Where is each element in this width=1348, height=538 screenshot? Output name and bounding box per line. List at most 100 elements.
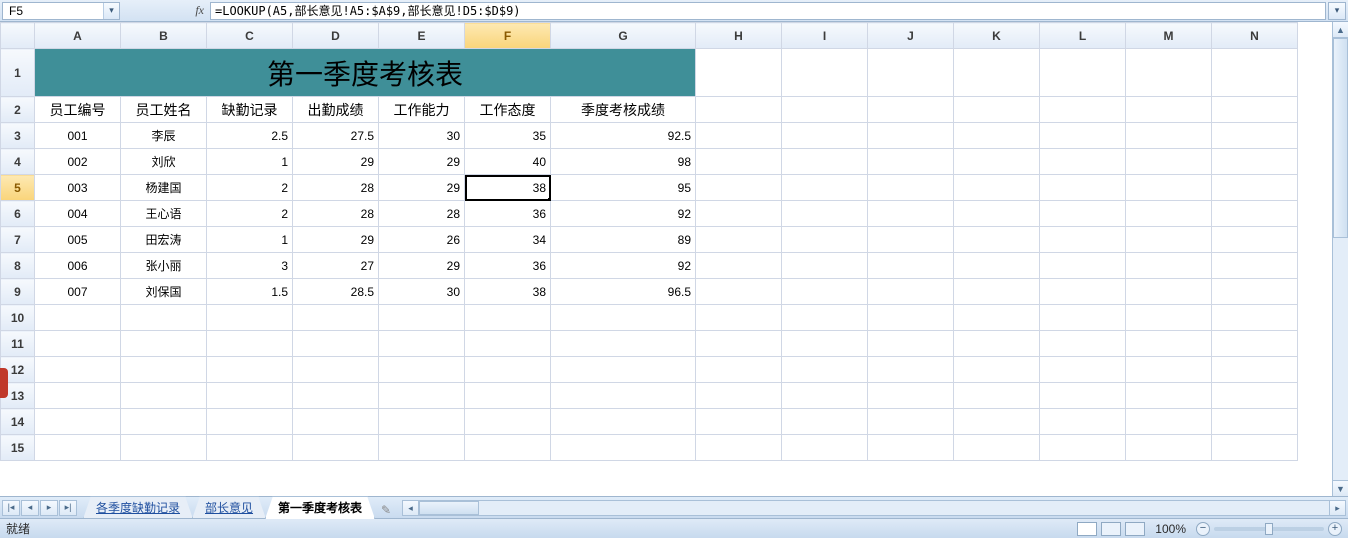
row-header[interactable]: 4 bbox=[1, 149, 35, 175]
cell[interactable] bbox=[379, 383, 465, 409]
formula-bar-expand-icon[interactable]: ▾ bbox=[1328, 2, 1346, 20]
cell[interactable] bbox=[782, 331, 868, 357]
cell[interactable] bbox=[782, 149, 868, 175]
cell[interactable] bbox=[868, 201, 954, 227]
cell[interactable] bbox=[465, 305, 551, 331]
cell[interactable]: 30 bbox=[379, 123, 465, 149]
cell[interactable]: 1.5 bbox=[207, 279, 293, 305]
cell[interactable]: 2.5 bbox=[207, 123, 293, 149]
cell[interactable] bbox=[782, 175, 868, 201]
cell[interactable] bbox=[35, 305, 121, 331]
cell[interactable] bbox=[207, 331, 293, 357]
cell[interactable] bbox=[782, 409, 868, 435]
cell[interactable] bbox=[696, 97, 782, 123]
cell[interactable] bbox=[1212, 201, 1298, 227]
cell[interactable] bbox=[1126, 123, 1212, 149]
cell[interactable]: 89 bbox=[551, 227, 696, 253]
row-header[interactable]: 7 bbox=[1, 227, 35, 253]
cell[interactable] bbox=[1126, 253, 1212, 279]
zoom-out-button[interactable]: − bbox=[1196, 522, 1210, 536]
cell[interactable]: 28.5 bbox=[293, 279, 379, 305]
scroll-right-icon[interactable]: ▸ bbox=[1329, 501, 1345, 515]
cell[interactable]: 李辰 bbox=[121, 123, 207, 149]
cell[interactable] bbox=[1212, 305, 1298, 331]
cell[interactable] bbox=[1126, 149, 1212, 175]
cell[interactable] bbox=[782, 97, 868, 123]
cell[interactable] bbox=[954, 97, 1040, 123]
cell[interactable]: 杨建国 bbox=[121, 175, 207, 201]
cell[interactable]: 2 bbox=[207, 201, 293, 227]
tab-nav-next-icon[interactable]: ▸ bbox=[40, 500, 58, 516]
cell[interactable] bbox=[293, 331, 379, 357]
cell[interactable] bbox=[1126, 279, 1212, 305]
cell[interactable] bbox=[954, 123, 1040, 149]
row-header[interactable]: 15 bbox=[1, 435, 35, 461]
row-header[interactable]: 3 bbox=[1, 123, 35, 149]
cell[interactable]: 001 bbox=[35, 123, 121, 149]
cell[interactable] bbox=[868, 227, 954, 253]
cell[interactable] bbox=[207, 305, 293, 331]
cell[interactable] bbox=[1212, 49, 1298, 97]
cell[interactable] bbox=[207, 383, 293, 409]
cell[interactable] bbox=[1040, 409, 1126, 435]
cell[interactable] bbox=[1212, 383, 1298, 409]
cell[interactable]: 27.5 bbox=[293, 123, 379, 149]
cell[interactable] bbox=[954, 409, 1040, 435]
cell[interactable]: 92 bbox=[551, 253, 696, 279]
cell[interactable] bbox=[696, 357, 782, 383]
cell[interactable] bbox=[465, 383, 551, 409]
cell[interactable] bbox=[696, 253, 782, 279]
cell[interactable] bbox=[1040, 149, 1126, 175]
cell[interactable] bbox=[35, 435, 121, 461]
table-header-cell[interactable]: 员工姓名 bbox=[121, 97, 207, 123]
cell[interactable] bbox=[868, 49, 954, 97]
cell[interactable]: 36 bbox=[465, 253, 551, 279]
cell[interactable]: 96.5 bbox=[551, 279, 696, 305]
column-header[interactable]: F bbox=[465, 23, 551, 49]
horizontal-scrollbar[interactable]: ◂ ▸ bbox=[402, 500, 1346, 516]
cell[interactable] bbox=[121, 383, 207, 409]
cell[interactable] bbox=[1212, 279, 1298, 305]
cell[interactable] bbox=[1212, 331, 1298, 357]
cell[interactable] bbox=[1040, 305, 1126, 331]
cell[interactable] bbox=[35, 331, 121, 357]
cell[interactable] bbox=[551, 357, 696, 383]
scroll-left-icon[interactable]: ◂ bbox=[403, 501, 419, 515]
cell[interactable] bbox=[782, 49, 868, 97]
cell[interactable] bbox=[465, 409, 551, 435]
cell[interactable]: 2 bbox=[207, 175, 293, 201]
cell[interactable] bbox=[465, 435, 551, 461]
cell[interactable] bbox=[551, 383, 696, 409]
tab-nav-last-icon[interactable]: ▸| bbox=[59, 500, 77, 516]
cell[interactable]: 29 bbox=[379, 253, 465, 279]
cell[interactable] bbox=[1126, 357, 1212, 383]
cell[interactable] bbox=[379, 409, 465, 435]
cell[interactable]: 张小丽 bbox=[121, 253, 207, 279]
row-header[interactable]: 1 bbox=[1, 49, 35, 97]
table-header-cell[interactable]: 出勤成绩 bbox=[293, 97, 379, 123]
fx-icon[interactable]: fx bbox=[195, 3, 204, 18]
cell[interactable] bbox=[1126, 97, 1212, 123]
cell[interactable]: 35 bbox=[465, 123, 551, 149]
horizontal-scroll-thumb[interactable] bbox=[419, 501, 479, 515]
cell[interactable] bbox=[696, 201, 782, 227]
table-header-cell[interactable]: 员工编号 bbox=[35, 97, 121, 123]
cell[interactable]: 006 bbox=[35, 253, 121, 279]
cell[interactable] bbox=[551, 409, 696, 435]
cell[interactable] bbox=[121, 409, 207, 435]
cell[interactable] bbox=[696, 49, 782, 97]
cell[interactable]: 002 bbox=[35, 149, 121, 175]
cell[interactable] bbox=[1040, 201, 1126, 227]
view-normal-icon[interactable] bbox=[1077, 522, 1097, 536]
cell[interactable] bbox=[1212, 409, 1298, 435]
cell[interactable]: 40 bbox=[465, 149, 551, 175]
cell[interactable] bbox=[868, 435, 954, 461]
cell[interactable] bbox=[293, 435, 379, 461]
cell[interactable] bbox=[35, 357, 121, 383]
cell[interactable]: 38 bbox=[465, 279, 551, 305]
sheet-title[interactable]: 第一季度考核表 bbox=[35, 49, 696, 97]
cell[interactable] bbox=[551, 305, 696, 331]
cell[interactable] bbox=[1212, 123, 1298, 149]
cell[interactable]: 36 bbox=[465, 201, 551, 227]
cell[interactable]: 刘欣 bbox=[121, 149, 207, 175]
